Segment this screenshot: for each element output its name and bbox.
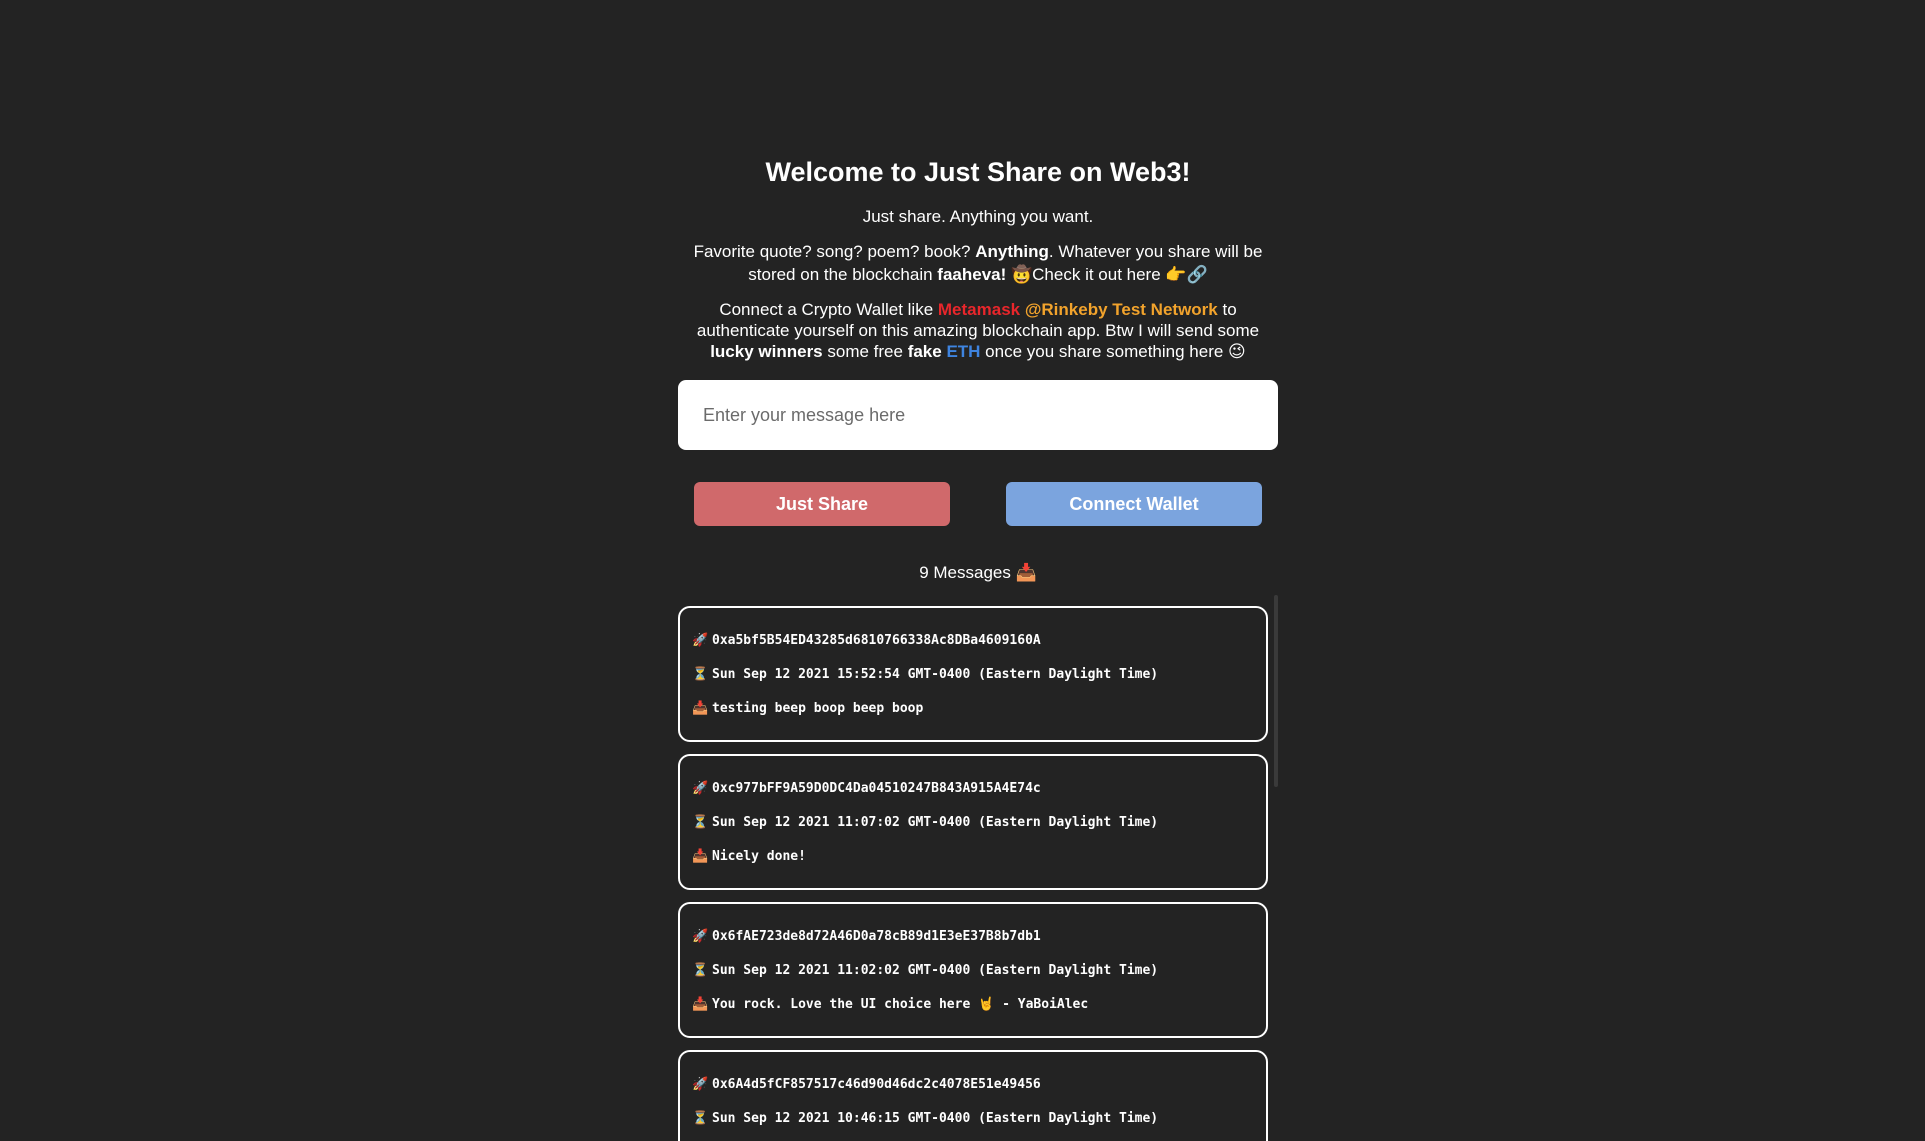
tagline: Just share. Anything you want. [862,207,1094,226]
rocket-icon: 🚀 [692,633,709,648]
intro-faaheva: faaheva! [937,265,1007,284]
button-row: Just Share Connect Wallet [678,482,1278,526]
rocket-icon: 🚀 [692,929,709,944]
metamask-label: Metamask [937,300,1021,319]
wallet-info-text: Connect a Crypto Wallet like Metamask @R… [678,299,1278,362]
just-share-button[interactable]: Just Share [694,482,950,526]
message-address: 0x6A4d5fCF857517c46d90d46dc2c4078E51e494… [712,1077,1041,1092]
network-label: @Rinkeby Test Network [1020,300,1218,319]
rocket-icon: 🚀 [692,1077,709,1092]
message-timestamp: Sun Sep 12 2021 11:07:02 GMT-0400 (Easte… [712,815,1159,830]
message-card: 🚀 0x6A4d5fCF857517c46d90d46dc2c4078E51e49… [678,1050,1268,1141]
main-panel: Welcome to Just Share on Web3! Just shar… [678,153,1278,584]
inbox-icon: 📥 [692,701,709,716]
message-address: 0xa5bf5B54ED43285d6810766338Ac8DBa460916… [712,633,1041,648]
connect-wallet-button[interactable]: Connect Wallet [1006,482,1262,526]
inbox-icon: 📥 [692,997,709,1012]
intro-text-part: Favorite quote? song? poem? book? [693,242,976,261]
message-text: testing beep boop beep boop [712,701,924,716]
message-address: 0xc977bFF9A59D0DC4Da04510247B843A915A4E7… [712,781,1041,796]
message-card: 🚀 0x6fAE723de8d72A46D0a78cB89d1E3eE37B8b7… [678,902,1268,1038]
intro-anything: Anything [975,242,1049,261]
hourglass-icon: ⏳ [692,963,709,978]
message-text: You rock. Love the UI choice here 🤘 - Ya… [712,997,1089,1012]
message-count: 9 Messages 📥 [919,563,1037,582]
page-title: Welcome to Just Share on Web3! [765,157,1191,187]
intro-text: Favorite quote? song? poem? book? Anythi… [678,240,1278,286]
hourglass-icon: ⏳ [692,1111,709,1126]
message-timestamp: Sun Sep 12 2021 11:02:02 GMT-0400 (Easte… [712,963,1159,978]
message-address: 0x6fAE723de8d72A46D0a78cB89d1E3eE37B8b7d… [712,929,1041,944]
message-text: Nicely done! [712,849,806,864]
hourglass-icon: ⏳ [692,815,709,830]
lucky-winners-label: lucky winners [710,342,823,361]
hourglass-icon: ⏳ [692,667,709,682]
message-input[interactable] [678,404,1278,426]
rocket-icon: 🚀 [692,781,709,796]
inbox-icon: 📥 [692,849,709,864]
intro-check-link[interactable]: 🤠Check it out here 👉🔗 [1006,265,1208,284]
fake-label: fake [907,342,942,361]
wallet-info-part: some free [822,342,908,361]
message-card: 🚀 0xa5bf5B54ED43285d6810766338Ac8DBa46091… [678,606,1268,742]
message-list[interactable]: 🚀 0xa5bf5B54ED43285d6810766338Ac8DBa46091… [678,606,1278,1141]
wallet-info-part: once you share something here 😉 [980,342,1246,361]
message-card: 🚀 0xc977bFF9A59D0DC4Da04510247B843A915A4E… [678,754,1268,890]
message-timestamp: Sun Sep 12 2021 10:46:15 GMT-0400 (Easte… [712,1111,1159,1126]
wallet-info-part: Connect a Crypto Wallet like [719,300,938,319]
message-timestamp: Sun Sep 12 2021 15:52:54 GMT-0400 (Easte… [712,667,1159,682]
message-input-wrapper [678,380,1278,450]
eth-label: ETH [941,342,981,361]
